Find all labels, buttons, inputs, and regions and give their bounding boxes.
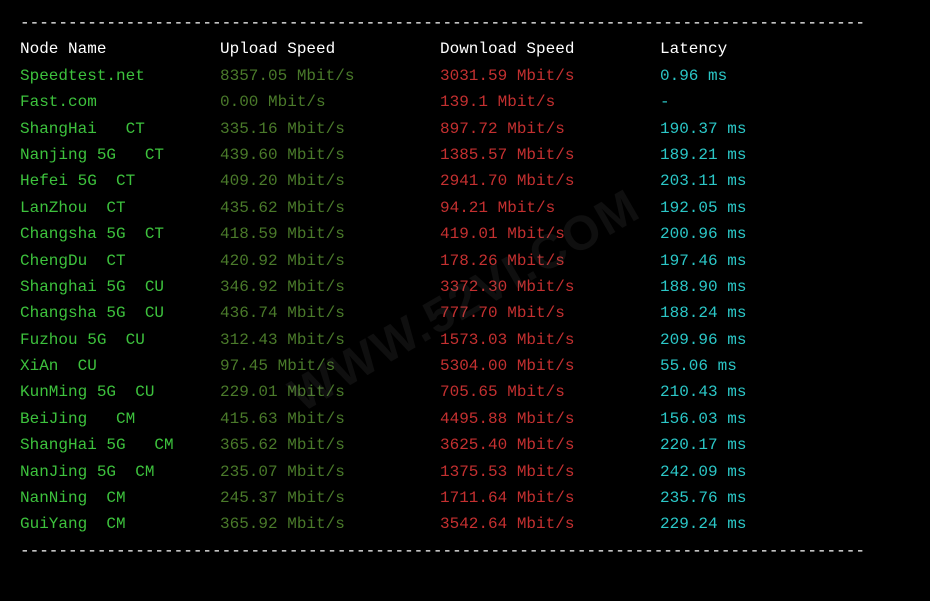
upload-speed-cell: 0.00 Mbit/s: [220, 89, 440, 115]
header-latency: Latency: [660, 36, 727, 62]
node-name-cell: Fuzhou 5G CU: [20, 327, 220, 353]
latency-cell: 55.06 ms: [660, 353, 737, 379]
latency-cell: 190.37 ms: [660, 116, 746, 142]
latency-cell: 156.03 ms: [660, 406, 746, 432]
upload-speed-cell: 420.92 Mbit/s: [220, 248, 440, 274]
node-name-cell: LanZhou CT: [20, 195, 220, 221]
download-speed-cell: 2941.70 Mbit/s: [440, 168, 660, 194]
latency-cell: 235.76 ms: [660, 485, 746, 511]
download-speed-cell: 5304.00 Mbit/s: [440, 353, 660, 379]
download-speed-cell: 897.72 Mbit/s: [440, 116, 660, 142]
table-row: Changsha 5G CT418.59 Mbit/s419.01 Mbit/s…: [20, 221, 910, 247]
upload-speed-cell: 335.16 Mbit/s: [220, 116, 440, 142]
header-upload: Upload Speed: [220, 36, 440, 62]
download-speed-cell: 1711.64 Mbit/s: [440, 485, 660, 511]
latency-cell: 189.21 ms: [660, 142, 746, 168]
node-name-cell: Hefei 5G CT: [20, 168, 220, 194]
node-name-cell: NanNing CM: [20, 485, 220, 511]
download-speed-cell: 1385.57 Mbit/s: [440, 142, 660, 168]
node-name-cell: Nanjing 5G CT: [20, 142, 220, 168]
upload-speed-cell: 409.20 Mbit/s: [220, 168, 440, 194]
download-speed-cell: 139.1 Mbit/s: [440, 89, 660, 115]
data-rows: Speedtest.net8357.05 Mbit/s3031.59 Mbit/…: [20, 63, 910, 538]
node-name-cell: ChengDu CT: [20, 248, 220, 274]
header-node: Node Name: [20, 36, 220, 62]
table-row: Fast.com0.00 Mbit/s139.1 Mbit/s-: [20, 89, 910, 115]
latency-cell: 209.96 ms: [660, 327, 746, 353]
download-speed-cell: 1375.53 Mbit/s: [440, 459, 660, 485]
header-download: Download Speed: [440, 36, 660, 62]
node-name-cell: Changsha 5G CU: [20, 300, 220, 326]
latency-cell: 210.43 ms: [660, 379, 746, 405]
latency-cell: 203.11 ms: [660, 168, 746, 194]
upload-speed-cell: 418.59 Mbit/s: [220, 221, 440, 247]
download-speed-cell: 777.70 Mbit/s: [440, 300, 660, 326]
table-row: NanJing 5G CM235.07 Mbit/s1375.53 Mbit/s…: [20, 459, 910, 485]
node-name-cell: Speedtest.net: [20, 63, 220, 89]
download-speed-cell: 419.01 Mbit/s: [440, 221, 660, 247]
node-name-cell: Shanghai 5G CU: [20, 274, 220, 300]
upload-speed-cell: 8357.05 Mbit/s: [220, 63, 440, 89]
download-speed-cell: 3372.30 Mbit/s: [440, 274, 660, 300]
upload-speed-cell: 439.60 Mbit/s: [220, 142, 440, 168]
table-row: ShangHai CT335.16 Mbit/s897.72 Mbit/s190…: [20, 116, 910, 142]
node-name-cell: ShangHai 5G CM: [20, 432, 220, 458]
download-speed-cell: 1573.03 Mbit/s: [440, 327, 660, 353]
latency-cell: 200.96 ms: [660, 221, 746, 247]
node-name-cell: KunMing 5G CU: [20, 379, 220, 405]
upload-speed-cell: 436.74 Mbit/s: [220, 300, 440, 326]
table-row: ChengDu CT420.92 Mbit/s178.26 Mbit/s197.…: [20, 248, 910, 274]
latency-cell: 197.46 ms: [660, 248, 746, 274]
upload-speed-cell: 415.63 Mbit/s: [220, 406, 440, 432]
node-name-cell: Fast.com: [20, 89, 220, 115]
upload-speed-cell: 97.45 Mbit/s: [220, 353, 440, 379]
upload-speed-cell: 229.01 Mbit/s: [220, 379, 440, 405]
node-name-cell: ShangHai CT: [20, 116, 220, 142]
upload-speed-cell: 435.62 Mbit/s: [220, 195, 440, 221]
upload-speed-cell: 312.43 Mbit/s: [220, 327, 440, 353]
table-row: Fuzhou 5G CU312.43 Mbit/s1573.03 Mbit/s2…: [20, 327, 910, 353]
table-row: Shanghai 5G CU346.92 Mbit/s3372.30 Mbit/…: [20, 274, 910, 300]
latency-cell: 192.05 ms: [660, 195, 746, 221]
table-row: ShangHai 5G CM365.62 Mbit/s3625.40 Mbit/…: [20, 432, 910, 458]
download-speed-cell: 3625.40 Mbit/s: [440, 432, 660, 458]
top-divider: ----------------------------------------…: [20, 10, 910, 36]
table-row: Speedtest.net8357.05 Mbit/s3031.59 Mbit/…: [20, 63, 910, 89]
download-speed-cell: 705.65 Mbit/s: [440, 379, 660, 405]
upload-speed-cell: 235.07 Mbit/s: [220, 459, 440, 485]
latency-cell: 220.17 ms: [660, 432, 746, 458]
table-row: NanNing CM245.37 Mbit/s1711.64 Mbit/s235…: [20, 485, 910, 511]
download-speed-cell: 3542.64 Mbit/s: [440, 511, 660, 537]
latency-cell: 0.96 ms: [660, 63, 727, 89]
node-name-cell: Changsha 5G CT: [20, 221, 220, 247]
download-speed-cell: 178.26 Mbit/s: [440, 248, 660, 274]
table-row: KunMing 5G CU229.01 Mbit/s705.65 Mbit/s2…: [20, 379, 910, 405]
upload-speed-cell: 365.62 Mbit/s: [220, 432, 440, 458]
latency-cell: 188.90 ms: [660, 274, 746, 300]
latency-cell: 229.24 ms: [660, 511, 746, 537]
table-row: Hefei 5G CT409.20 Mbit/s2941.70 Mbit/s20…: [20, 168, 910, 194]
node-name-cell: NanJing 5G CM: [20, 459, 220, 485]
upload-speed-cell: 245.37 Mbit/s: [220, 485, 440, 511]
header-row: Node Name Upload Speed Download Speed La…: [20, 36, 910, 62]
node-name-cell: XiAn CU: [20, 353, 220, 379]
download-speed-cell: 4495.88 Mbit/s: [440, 406, 660, 432]
upload-speed-cell: 346.92 Mbit/s: [220, 274, 440, 300]
latency-cell: 242.09 ms: [660, 459, 746, 485]
table-row: BeiJing CM415.63 Mbit/s4495.88 Mbit/s156…: [20, 406, 910, 432]
table-row: LanZhou CT435.62 Mbit/s94.21 Mbit/s192.0…: [20, 195, 910, 221]
table-row: Nanjing 5G CT439.60 Mbit/s1385.57 Mbit/s…: [20, 142, 910, 168]
upload-speed-cell: 365.92 Mbit/s: [220, 511, 440, 537]
bottom-divider: ----------------------------------------…: [20, 538, 910, 564]
table-row: Changsha 5G CU436.74 Mbit/s777.70 Mbit/s…: [20, 300, 910, 326]
download-speed-cell: 3031.59 Mbit/s: [440, 63, 660, 89]
table-row: GuiYang CM365.92 Mbit/s3542.64 Mbit/s229…: [20, 511, 910, 537]
table-row: XiAn CU97.45 Mbit/s5304.00 Mbit/s55.06 m…: [20, 353, 910, 379]
node-name-cell: GuiYang CM: [20, 511, 220, 537]
latency-cell: -: [660, 89, 670, 115]
download-speed-cell: 94.21 Mbit/s: [440, 195, 660, 221]
node-name-cell: BeiJing CM: [20, 406, 220, 432]
latency-cell: 188.24 ms: [660, 300, 746, 326]
